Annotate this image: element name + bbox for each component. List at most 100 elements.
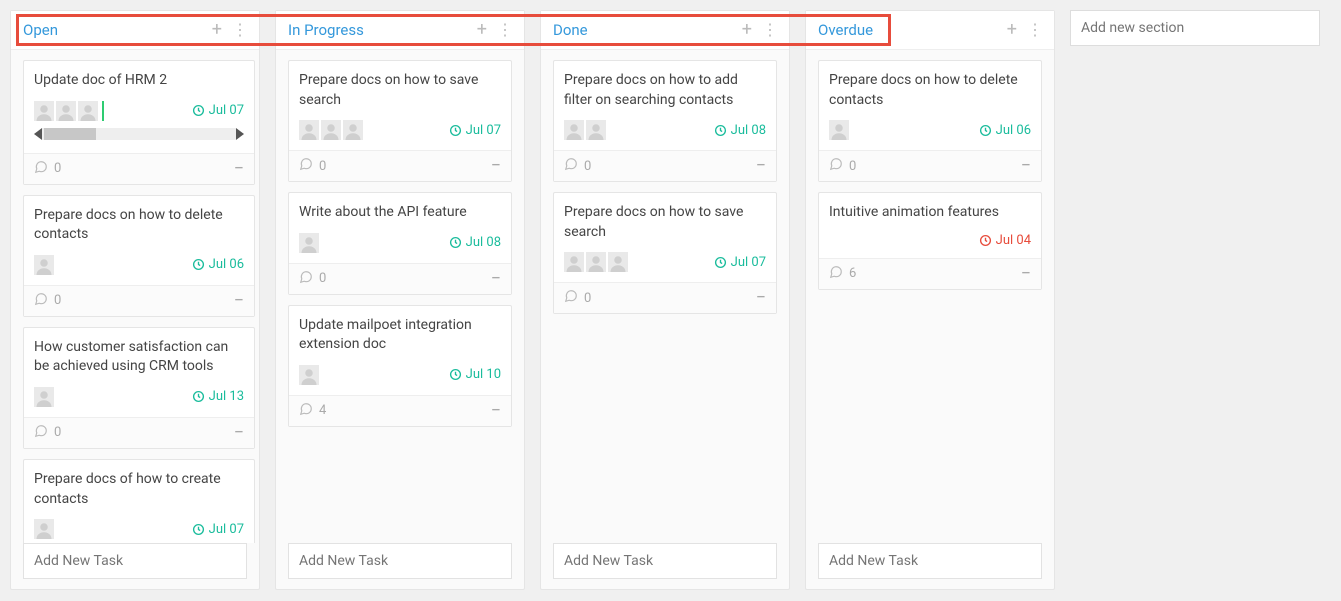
comment-icon (564, 289, 578, 307)
comments[interactable]: 0 (34, 424, 61, 442)
column-header: Done+⋮ (541, 11, 789, 50)
column-header: In Progress + ⋮ (276, 11, 524, 50)
kanban-board: Open+⋮Update doc of HRM 2Jul 070−Prepare… (10, 10, 1331, 590)
add-section-input[interactable] (1070, 10, 1320, 46)
card-meta: Jul 10 (299, 365, 501, 385)
card-body: Intuitive animation featuresJul 04 (819, 193, 1041, 258)
add-task-input[interactable] (553, 543, 777, 579)
due-date: Jul 07 (192, 522, 244, 537)
comments[interactable]: 0 (299, 270, 326, 288)
add-task-wrap (11, 543, 259, 579)
card-title: Prepare docs on how to save search (564, 203, 766, 242)
avatars (34, 255, 54, 275)
card-meta: Jul 07 (34, 519, 244, 539)
task-card[interactable]: Intuitive animation featuresJul 046− (818, 192, 1042, 290)
task-card[interactable]: Write about the API featureJul 080− (288, 192, 512, 295)
comment-count: 0 (54, 161, 61, 176)
due-date-text: Jul 06 (209, 257, 244, 272)
column-title[interactable]: Done (553, 21, 588, 39)
column: Overdue+⋮Prepare docs on how to delete c… (805, 10, 1055, 590)
comments[interactable]: 0 (299, 157, 326, 175)
task-card[interactable]: Update doc of HRM 2Jul 070− (23, 60, 255, 185)
task-card[interactable]: Prepare docs on how to delete contactsJu… (818, 60, 1042, 182)
card-body: Prepare docs of how to create contactsJu… (24, 460, 254, 543)
due-date-text: Jul 07 (466, 123, 501, 138)
task-list: Prepare docs on how to delete contactsJu… (806, 50, 1054, 543)
due-date-text: Jul 08 (466, 235, 501, 250)
comment-icon (829, 157, 843, 175)
comments[interactable]: 0 (34, 160, 61, 178)
avatars (34, 387, 54, 407)
arrow-left-icon[interactable] (34, 128, 42, 140)
column-header-actions: +⋮ (742, 21, 777, 39)
dots-icon[interactable]: ⋮ (232, 22, 247, 38)
due-date-text: Jul 07 (209, 522, 244, 537)
dots-icon[interactable]: ⋮ (1027, 22, 1042, 38)
avatar (564, 120, 584, 140)
comment-icon (34, 160, 48, 178)
dots-icon[interactable]: ⋮ (762, 22, 777, 38)
clock-icon (192, 258, 205, 271)
column-header-actions: +⋮ (212, 21, 247, 39)
task-list: Prepare docs on how to save searchJul 07… (276, 50, 524, 543)
card-body: Prepare docs on how to save search Jul 07 (554, 193, 776, 282)
task-card[interactable]: Prepare docs of how to create contactsJu… (23, 459, 255, 543)
task-card[interactable]: Prepare docs on how to save searchJul 07… (288, 60, 512, 182)
task-card[interactable]: Update mailpoet integration extension do… (288, 305, 512, 427)
column-header: Open+⋮ (11, 11, 259, 50)
comments[interactable]: 0 (829, 157, 856, 175)
column: Done+⋮Prepare docs on how to add filter … (540, 10, 790, 590)
card-title: Write about the API feature (299, 203, 501, 223)
card-body: Prepare docs on how to delete contactsJu… (24, 196, 254, 285)
add-task-input[interactable] (818, 543, 1042, 579)
task-card[interactable]: Prepare docs on how to delete contactsJu… (23, 195, 255, 317)
scroll-thumb[interactable] (44, 128, 96, 140)
comment-icon (564, 157, 578, 175)
comments[interactable]: 0 (34, 292, 61, 310)
comment-count: 0 (319, 271, 326, 286)
card-footer: 0− (24, 285, 254, 316)
comments[interactable]: 4 (299, 402, 326, 420)
add-task-input[interactable] (23, 543, 247, 579)
card-footer: 0− (24, 153, 254, 184)
plus-icon[interactable]: + (212, 21, 222, 39)
column-header-actions: +⋮ (1007, 21, 1042, 39)
avatar (564, 252, 584, 272)
comment-count: 0 (584, 291, 591, 306)
comment-count: 0 (584, 159, 591, 174)
comments[interactable]: 0 (564, 157, 591, 175)
clock-icon (714, 256, 727, 269)
plus-icon[interactable]: + (1007, 21, 1017, 39)
due-date: Jul 13 (192, 389, 244, 404)
column-title[interactable]: Overdue (818, 21, 873, 39)
avatar (299, 365, 319, 385)
comments[interactable]: 0 (564, 289, 591, 307)
comment-icon (299, 157, 313, 175)
comment-count: 0 (849, 159, 856, 174)
scroll-track[interactable] (42, 128, 236, 140)
horizontal-scrollbar[interactable] (34, 127, 244, 141)
add-task-wrap (806, 543, 1054, 579)
task-card[interactable]: Prepare docs on how to save search Jul 07… (553, 192, 777, 314)
arrow-right-icon[interactable] (236, 128, 244, 140)
plus-icon[interactable]: + (477, 21, 487, 39)
dots-icon[interactable]: ⋮ (497, 22, 512, 38)
task-card[interactable]: Prepare docs on how to add filter on sea… (553, 60, 777, 182)
column: Open+⋮Update doc of HRM 2Jul 070−Prepare… (10, 10, 260, 590)
add-task-input[interactable] (288, 543, 512, 579)
card-body: How customer satisfaction can be achieve… (24, 328, 254, 417)
task-card[interactable]: How customer satisfaction can be achieve… (23, 327, 255, 449)
avatars (34, 101, 104, 121)
column-title[interactable]: In Progress (288, 21, 364, 39)
card-title: Update mailpoet integration extension do… (299, 316, 501, 355)
card-meta: Jul 07 (564, 252, 766, 272)
card-footer: 0− (289, 150, 511, 181)
card-meta: Jul 13 (34, 387, 244, 407)
clock-icon (192, 390, 205, 403)
comment-count: 4 (319, 403, 326, 418)
column-title[interactable]: Open (23, 21, 58, 39)
comment-icon (34, 292, 48, 310)
plus-icon[interactable]: + (742, 21, 752, 39)
comments[interactable]: 6 (829, 265, 856, 283)
avatar (34, 255, 54, 275)
